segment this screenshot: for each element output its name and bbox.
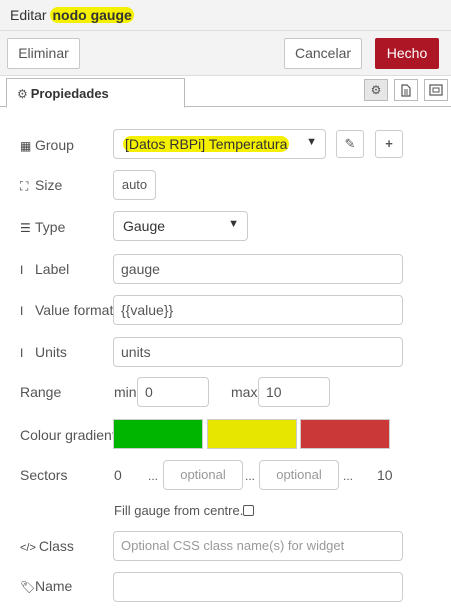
colour-swatch-1[interactable] (113, 419, 203, 449)
type-select[interactable]: Gauge ▼ (113, 211, 248, 241)
class-label-text: Class (38, 538, 74, 554)
settings-tab-button[interactable]: ⚙ (364, 79, 388, 101)
value-format-label: I Value format (20, 302, 113, 318)
sectors-end: 10 (377, 467, 393, 483)
range-label: Range (20, 384, 62, 400)
tab-properties-label: Propiedades (30, 86, 109, 101)
appearance-tab-button[interactable] (424, 79, 448, 101)
class-input[interactable]: Optional CSS class name(s) for widget (113, 531, 403, 561)
label-label: I Label (20, 261, 69, 277)
edit-group-button[interactable]: ✎ (336, 130, 364, 158)
dialog-title: Editar nodo gauge (10, 7, 134, 23)
size-label: ⛶ Size (20, 177, 62, 194)
title-highlight: nodo gauge (50, 7, 134, 23)
value-format-label-text: Value format (35, 302, 114, 318)
range-max-label: max (231, 384, 258, 400)
range-min-label: min (114, 384, 137, 400)
type-label-text: Type (35, 219, 66, 235)
size-button[interactable]: auto (113, 170, 156, 200)
description-tab-button[interactable] (394, 79, 418, 101)
sectors-start: 0 (114, 467, 122, 483)
plus-icon: + (385, 136, 393, 151)
sectors-dots-3: ... (343, 469, 354, 483)
group-select-value: [Datos RBPi] Temperatura (123, 136, 290, 152)
pencil-icon: ✎ (344, 136, 356, 151)
code-icon: </> (20, 542, 36, 554)
label-input[interactable]: gauge (113, 254, 403, 284)
sectors-label: Sectors (20, 467, 68, 483)
group-select[interactable]: [Datos RBPi] Temperatura ▼ (113, 129, 326, 159)
resize-icon: ⛶ (20, 179, 29, 193)
list-icon: ☰ (20, 221, 31, 235)
range-min-input[interactable]: 0 (137, 377, 209, 407)
tab-properties[interactable]: ⚙ Propiedades (6, 78, 185, 108)
file-text-icon (401, 84, 411, 97)
gear-icon: ⚙ (17, 87, 28, 101)
class-label: </> Class (20, 538, 74, 554)
colour-gradient-label: Colour gradient (20, 427, 116, 443)
type-select-value: Gauge (123, 218, 166, 234)
sectors-dots-2: ... (245, 469, 256, 483)
type-label: ☰ Type (20, 219, 65, 235)
units-label-text: Units (35, 344, 67, 360)
fill-gauge-checkbox[interactable] (243, 505, 254, 516)
table-icon: ▦ (20, 139, 32, 153)
name-input[interactable] (113, 572, 403, 602)
add-group-button[interactable]: + (375, 130, 403, 158)
delete-button[interactable]: Eliminar (7, 38, 80, 69)
gear-icon: ⚙ (370, 83, 382, 97)
group-label: ▦ Group (20, 137, 74, 153)
sector-2-input[interactable]: optional (259, 460, 339, 490)
chevron-down-icon: ▼ (306, 136, 317, 148)
colour-swatch-3[interactable] (300, 419, 390, 449)
units-label: I Units (20, 344, 67, 360)
text-cursor-icon: I (20, 304, 24, 318)
tag-icon: 🏷︎ (20, 580, 36, 594)
size-label-text: Size (35, 177, 63, 193)
sectors-dots-1: ... (148, 469, 159, 483)
group-label-text: Group (35, 137, 74, 153)
done-button[interactable]: Hecho (375, 38, 439, 69)
range-max-input[interactable]: 10 (258, 377, 330, 407)
frame-icon (429, 84, 443, 96)
sector-1-input[interactable]: optional (163, 460, 243, 490)
name-label-text: Name (35, 578, 73, 594)
fill-gauge-label: Fill gauge from centre. (114, 503, 244, 518)
text-cursor-icon: I (20, 263, 24, 277)
label-label-text: Label (35, 261, 70, 277)
name-label: 🏷︎Name (20, 578, 72, 594)
colour-swatch-2[interactable] (207, 419, 297, 449)
title-prefix: Editar (10, 7, 51, 23)
text-cursor-icon: I (20, 346, 24, 360)
value-format-input[interactable]: {{value}} (113, 295, 403, 325)
chevron-down-icon: ▼ (228, 218, 239, 230)
cancel-button[interactable]: Cancelar (284, 38, 362, 69)
units-input[interactable]: units (113, 337, 403, 367)
